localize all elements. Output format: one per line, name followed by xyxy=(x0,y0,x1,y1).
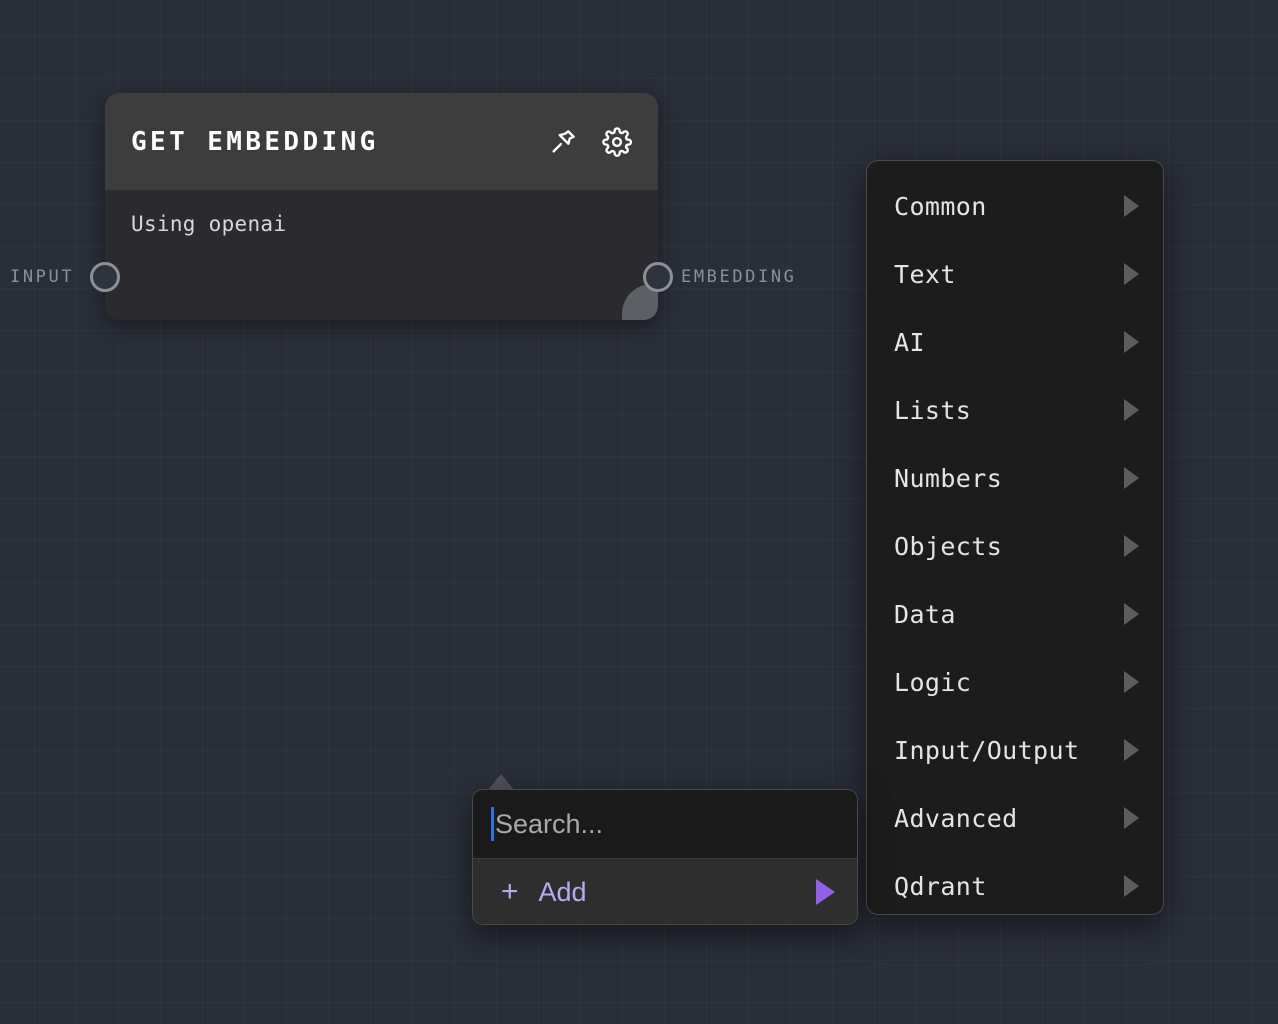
chevron-right-icon xyxy=(1124,399,1139,421)
port-input-label: INPUT xyxy=(10,267,74,287)
context-menu-item-label: Input/Output xyxy=(894,736,1124,765)
context-menu-item[interactable]: Input/Output xyxy=(867,716,1163,784)
add-button-label: Add xyxy=(539,877,816,908)
plus-icon: + xyxy=(501,877,519,907)
chevron-right-icon xyxy=(1124,331,1139,353)
chevron-right-icon xyxy=(1124,603,1139,625)
context-menu-item-label: AI xyxy=(894,328,1124,357)
node-header[interactable]: GET EMBEDDING xyxy=(105,93,658,190)
context-menu-item[interactable]: AI xyxy=(867,308,1163,376)
node-body: Using openai xyxy=(105,190,658,320)
context-menu-item-label: Common xyxy=(894,192,1124,221)
port-input[interactable] xyxy=(90,262,120,292)
search-input-placeholder: Search... xyxy=(495,809,603,840)
context-menu-item[interactable]: Lists xyxy=(867,376,1163,444)
context-menu-item-label: Lists xyxy=(894,396,1124,425)
gear-icon[interactable] xyxy=(602,127,632,157)
pin-icon[interactable] xyxy=(548,127,578,157)
chevron-right-icon xyxy=(1124,875,1139,897)
context-menu-item[interactable]: Advanced xyxy=(867,784,1163,852)
chevron-right-icon xyxy=(1124,739,1139,761)
context-menu-item[interactable]: Data xyxy=(867,580,1163,648)
port-output-label: EMBEDDING xyxy=(681,267,797,287)
context-menu[interactable]: Common Text AI Lists Numbers Objects Data Logic… xyxy=(866,160,1164,915)
port-output-embedding[interactable] xyxy=(643,262,673,292)
context-menu-item[interactable]: Text xyxy=(867,240,1163,308)
node-header-actions xyxy=(548,127,632,157)
context-menu-item-label: Data xyxy=(894,600,1124,629)
context-menu-item-label: Objects xyxy=(894,532,1124,561)
context-menu-item[interactable]: Qdrant xyxy=(867,852,1163,915)
context-menu-item-label: Qdrant xyxy=(894,872,1124,901)
context-menu-item-label: Numbers xyxy=(894,464,1124,493)
search-input[interactable]: Search... xyxy=(473,790,857,858)
chevron-right-icon xyxy=(1124,807,1139,829)
add-button[interactable]: + Add xyxy=(473,858,857,925)
context-menu-item[interactable]: Common xyxy=(867,172,1163,240)
chevron-right-icon xyxy=(1124,467,1139,489)
chevron-right-icon xyxy=(1124,263,1139,285)
search-popup[interactable]: Search... + Add xyxy=(472,789,858,925)
node-body-text: Using openai xyxy=(131,212,632,236)
context-menu-item-label: Text xyxy=(894,260,1124,289)
chevron-right-icon xyxy=(1124,535,1139,557)
context-menu-item-label: Logic xyxy=(894,668,1124,697)
context-menu-item[interactable]: Objects xyxy=(867,512,1163,580)
node-title: GET EMBEDDING xyxy=(131,127,548,157)
context-menu-item-label: Advanced xyxy=(894,804,1124,833)
node-get-embedding[interactable]: GET EMBEDDING Using openai xyxy=(105,93,658,320)
text-cursor-icon xyxy=(491,807,494,841)
context-menu-item[interactable]: Logic xyxy=(867,648,1163,716)
chevron-right-icon[interactable] xyxy=(816,879,835,905)
chevron-right-icon xyxy=(1124,671,1139,693)
node-editor-canvas[interactable]: GET EMBEDDING Using openai xyxy=(0,0,1278,1024)
context-menu-item[interactable]: Numbers xyxy=(867,444,1163,512)
chevron-right-icon xyxy=(1124,195,1139,217)
